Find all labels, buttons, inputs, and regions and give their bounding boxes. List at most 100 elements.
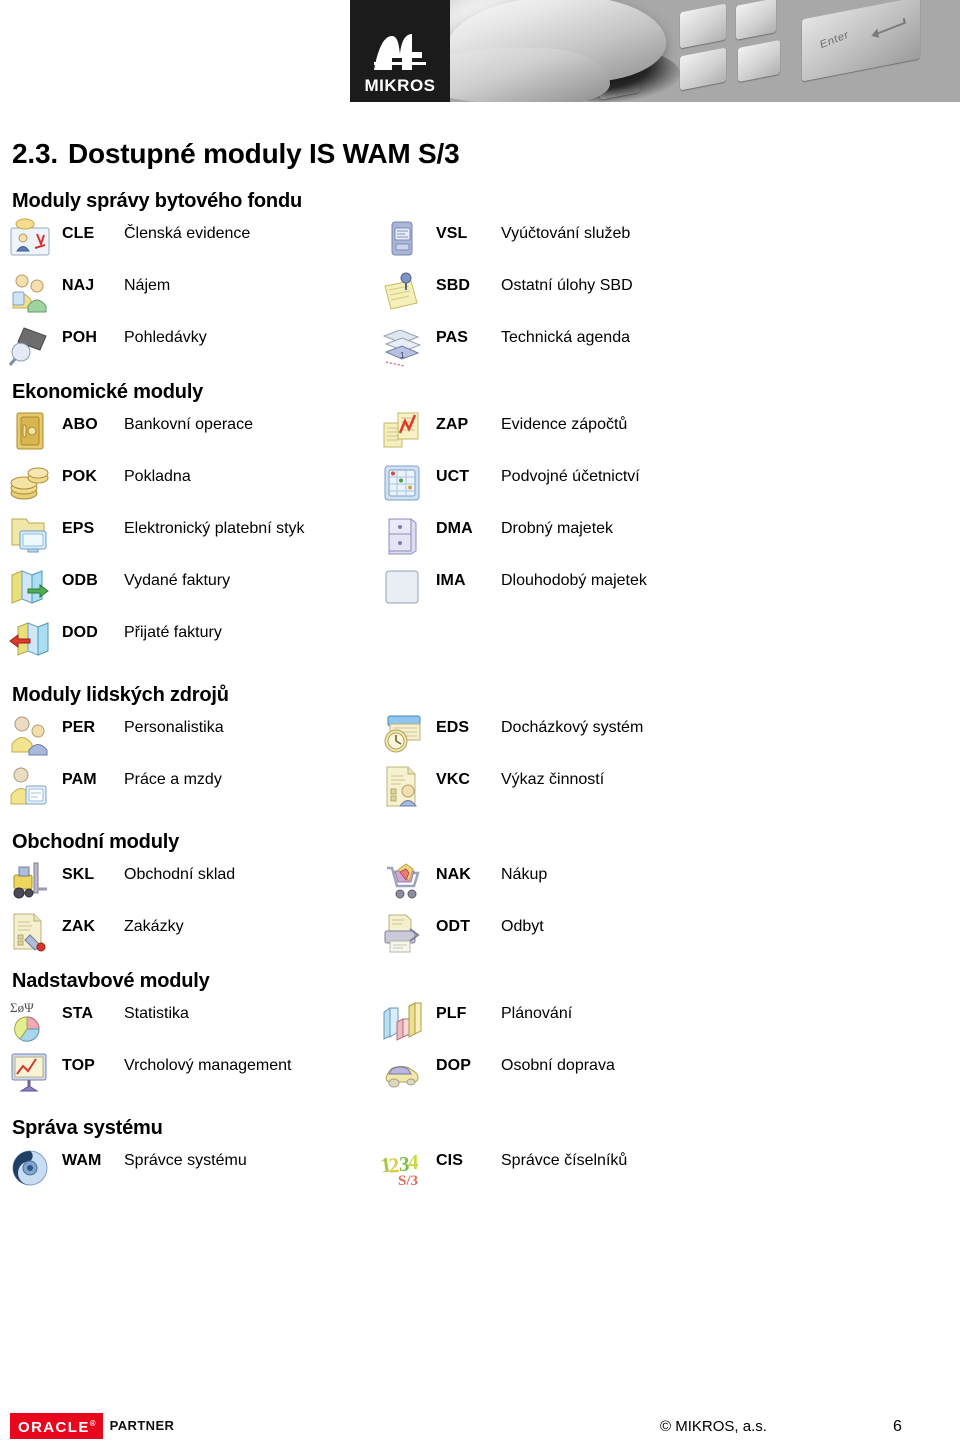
module-entry-dma[interactable]: DMA Drobný majetek [368, 510, 928, 562]
module-entry-per[interactable]: PER Personalistika [0, 709, 380, 761]
module-entry-top[interactable]: TOP Vrcholový management [0, 1047, 380, 1099]
section-heading: Obchodní moduly [12, 831, 179, 853]
module-label: Práce a mzdy [124, 771, 222, 788]
module-entry-pas[interactable]: 1 PAS Technická agenda [368, 319, 928, 371]
module-section: Obchodní moduly SKL Obchodní sklad NAK Nákup… [0, 831, 960, 970]
module-label: Vrcholový management [124, 1057, 292, 1074]
module-entry-dod[interactable]: DOD Přijaté faktury [0, 614, 380, 666]
module-entry-uct[interactable]: UCT Podvojné účetnictví [368, 458, 928, 510]
module-label: Pokladna [124, 468, 191, 485]
module-cell-empty [368, 614, 928, 666]
module-code: POH [62, 329, 97, 346]
numbers-1234-icon: 1 2 3 4 S/3 [380, 1144, 424, 1190]
car-icon [380, 1049, 424, 1095]
tenant-people-icon [8, 269, 52, 315]
partner-label: PARTNER [109, 1418, 175, 1433]
module-code: EDS [436, 719, 470, 736]
module-code: NAJ [62, 277, 95, 294]
section-rows: SKL Obchodní sklad NAK Nákup ZAK Zakázky ODT Od… [0, 856, 960, 960]
page-number: 6 [893, 1418, 902, 1435]
gear-sphere-icon [8, 1144, 52, 1190]
printer-invoice-icon [380, 910, 424, 956]
section-heading: Moduly lidských zdrojů [12, 684, 229, 706]
module-label: Obchodní sklad [124, 866, 236, 883]
books-out-arrow-icon [8, 564, 52, 610]
module-entry-skl[interactable]: SKL Obchodní sklad [0, 856, 380, 908]
module-entry-odt[interactable]: ODT Odbyt [368, 908, 928, 960]
keyboard-key [680, 3, 726, 49]
module-label: Nákup [501, 866, 548, 883]
module-entry-vkc[interactable]: VKC Výkaz činností [368, 761, 928, 813]
module-code: ABO [62, 416, 98, 433]
module-code: ODT [436, 918, 471, 935]
module-code: DMA [436, 520, 473, 537]
page-title-text: Dostupné moduly IS WAM S/3 [68, 138, 460, 169]
module-label: Pohledávky [124, 329, 207, 346]
pinned-note-icon [380, 269, 424, 315]
svg-text:1: 1 [400, 351, 405, 360]
module-label: Přijaté faktury [124, 624, 222, 641]
module-entry-ima[interactable]: IMA Dlouhodobý majetek [368, 562, 928, 614]
oracle-logo-text: ORACLE [18, 1418, 90, 1436]
module-code: PAS [436, 329, 469, 346]
coins-icon [8, 460, 52, 506]
module-code: EPS [62, 520, 95, 537]
section-heading: Moduly správy bytového fondu [12, 190, 302, 212]
module-entry-sta[interactable]: ΣøΨ STA Statistika [0, 995, 380, 1047]
keyboard-key [738, 39, 780, 83]
module-label: Drobný majetek [501, 520, 614, 537]
module-row: POK Pokladna UCT Podvojné účetnictví [0, 458, 960, 510]
module-label: Podvojné účetnictví [501, 468, 640, 485]
page-title-number: 2.3. [12, 138, 58, 169]
module-entry-eps[interactable]: EPS Elektronický platební styk [0, 510, 380, 562]
module-entry-sbd[interactable]: SBD Ostatní úlohy SBD [368, 267, 928, 319]
module-entry-pam[interactable]: PAM Práce a mzdy [0, 761, 380, 813]
module-row: POH Pohledávky 1 PAS Technická agenda [0, 319, 960, 371]
module-entry-zak[interactable]: ZAK Zakázky [0, 908, 380, 960]
module-entry-cis[interactable]: 1 2 3 4 S/3 CIS Správce číselníků [368, 1142, 928, 1194]
module-entry-wam[interactable]: WAM Správce systému [0, 1142, 380, 1194]
module-label: Ostatní úlohy SBD [501, 277, 633, 294]
mikros-logo-text: MIKROS [364, 76, 436, 95]
module-section: Správa systému WAM Správce systému 1 2 3 4 S/3 C… [0, 1117, 960, 1204]
module-entry-cle[interactable]: CLE Členská evidence [0, 215, 380, 267]
module-entry-dop[interactable]: DOP Osobní doprava [368, 1047, 928, 1099]
module-row: ODB Vydané faktury IMA Dlouhodobý majetek [0, 562, 960, 614]
module-entry-nak[interactable]: NAK Nákup [368, 856, 928, 908]
module-entry-plf[interactable]: PLF Plánování [368, 995, 928, 1047]
folder-monitor-icon [8, 512, 52, 558]
module-entry-zap[interactable]: ZAP Evidence zápočtů [368, 406, 928, 458]
ledger-chart-icon [380, 408, 424, 454]
module-code: VKC [436, 771, 471, 788]
order-tag-icon [8, 910, 52, 956]
module-entry-vsl[interactable]: VSL Vyúčtování služeb [368, 215, 928, 267]
presentation-chart-icon [8, 1049, 52, 1095]
module-entry-abo[interactable]: ABO Bankovní operace [0, 406, 380, 458]
shopping-cart-icon [380, 858, 424, 904]
module-entry-naj[interactable]: NAJ Nájem [0, 267, 380, 319]
member-card-icon [8, 217, 52, 263]
module-label: Správce číselníků [501, 1152, 628, 1169]
module-row: TOP Vrcholový management DOP Osobní doprava [0, 1047, 960, 1099]
module-entry-pok[interactable]: POK Pokladna [0, 458, 380, 510]
module-row: DOD Přijaté faktury [0, 614, 960, 666]
module-entry-eds[interactable]: EDS Docházkový systém [368, 709, 928, 761]
keyboard-key [736, 0, 776, 40]
module-label: Osobní doprava [501, 1057, 615, 1074]
module-code: PAM [62, 771, 97, 788]
service-billing-icon [380, 217, 424, 263]
module-entry-poh[interactable]: POH Pohledávky [0, 319, 380, 371]
section-heading: Správa systému [12, 1117, 163, 1139]
keyboard-key [680, 47, 726, 91]
person-payslip-icon [8, 763, 52, 809]
module-code: PLF [436, 1005, 467, 1022]
bar-chart-icon [380, 997, 424, 1043]
page-title: 2.3. Dostupné moduly IS WAM S/3 [12, 138, 460, 170]
module-row: PER Personalistika EDS Docházkový systém [0, 709, 960, 761]
module-entry-odb[interactable]: ODB Vydané faktury [0, 562, 380, 614]
module-code: SKL [62, 866, 95, 883]
module-row: ΣøΨ STA Statistika PLF Plánování [0, 995, 960, 1047]
